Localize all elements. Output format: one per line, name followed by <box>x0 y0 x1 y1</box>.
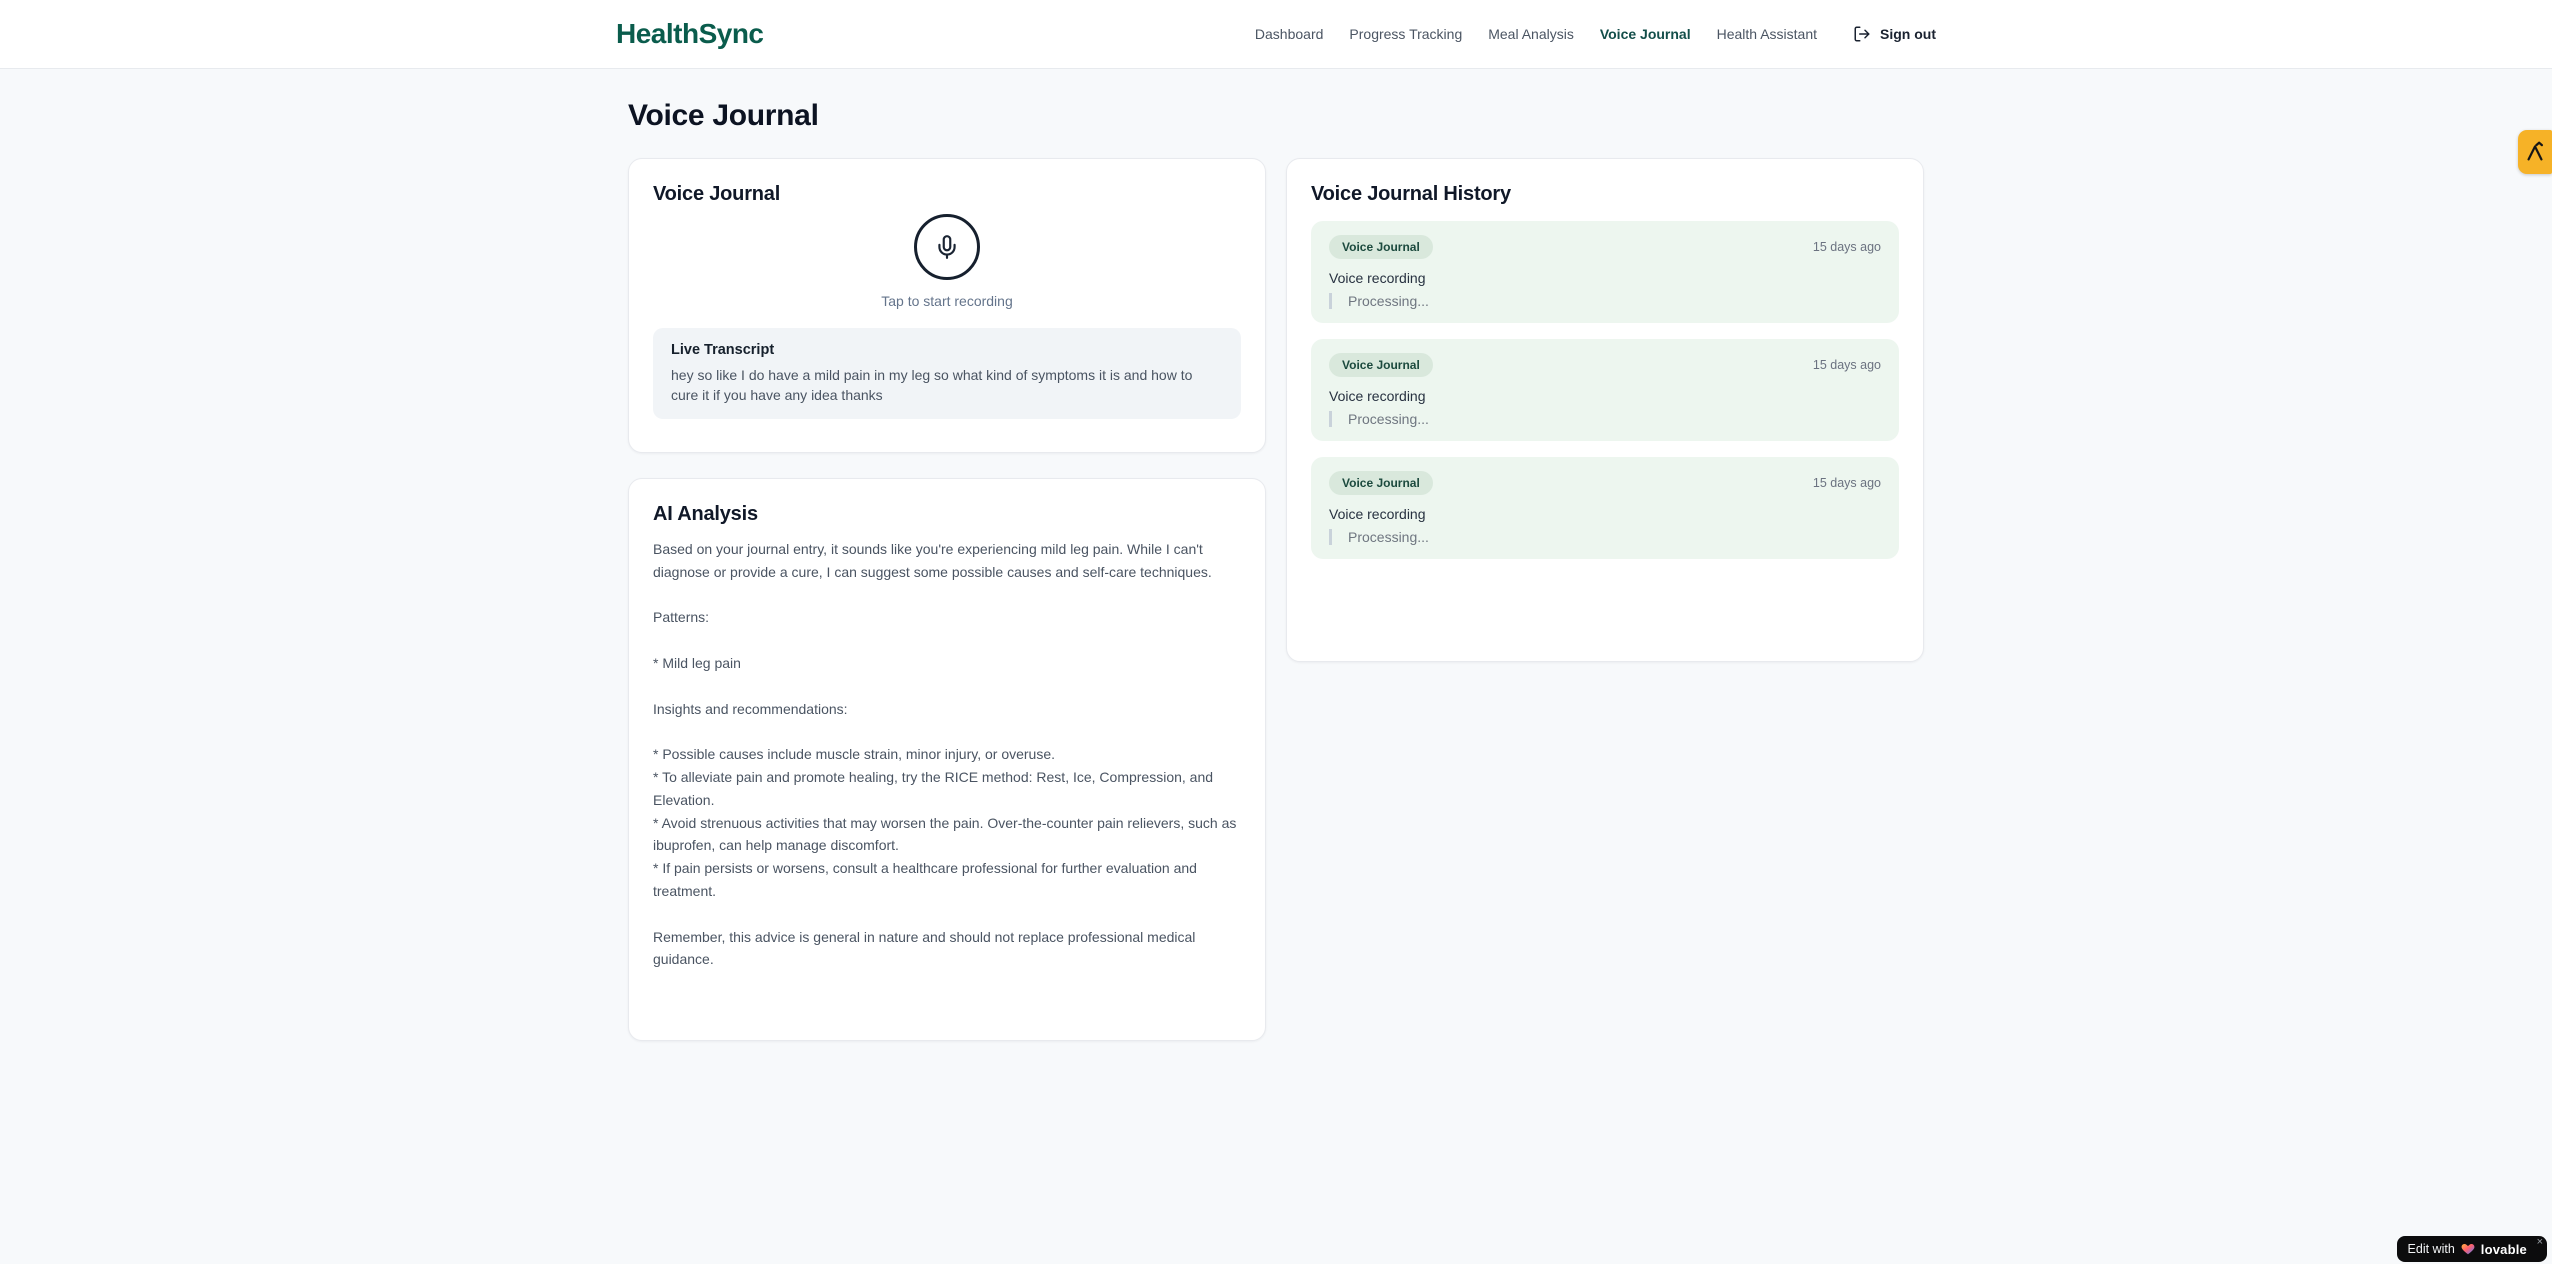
ai-analysis-card: AI Analysis Based on your journal entry,… <box>628 478 1266 1041</box>
entry-type-badge: Voice Journal <box>1329 353 1433 377</box>
live-transcript-box: Live Transcript hey so like I do have a … <box>653 328 1241 419</box>
lovable-brand-label: lovable <box>2480 1241 2527 1257</box>
entry-status: Processing... <box>1329 293 1881 309</box>
sign-out-label: Sign out <box>1880 26 1936 42</box>
entry-timestamp: 15 days ago <box>1812 476 1881 490</box>
history-entry[interactable]: Voice Journal 15 days ago Voice recordin… <box>1311 339 1899 441</box>
edit-with-label: Edit with <box>2407 1242 2455 1256</box>
entry-timestamp: 15 days ago <box>1812 240 1881 254</box>
heart-icon <box>2461 1244 2475 1255</box>
ai-analysis-text: Based on your journal entry, it sounds l… <box>653 541 1237 968</box>
extension-logo-icon <box>2527 141 2543 161</box>
recorder-card-title: Voice Journal <box>653 183 781 205</box>
nav-item-voice-journal[interactable]: Voice Journal <box>1600 26 1691 42</box>
entry-timestamp: 15 days ago <box>1812 358 1881 372</box>
history-entry[interactable]: Voice Journal 15 days ago Voice recordin… <box>1311 221 1899 323</box>
history-title: Voice Journal History <box>1311 183 1511 205</box>
page-title: Voice Journal <box>628 99 819 132</box>
entry-status: Processing... <box>1329 411 1881 427</box>
lovable-badge[interactable]: Edit with lovable × <box>2396 1236 2547 1262</box>
nav-item-meal-analysis[interactable]: Meal Analysis <box>1488 26 1574 42</box>
microphone-icon <box>938 235 956 259</box>
voice-recorder-card: Voice Journal Tap to start recording Liv… <box>628 158 1266 453</box>
extension-side-tab[interactable] <box>2518 130 2552 174</box>
entry-type-badge: Voice Journal <box>1329 471 1433 495</box>
sign-out-button[interactable]: Sign out <box>1853 25 1936 43</box>
entry-description: Voice recording <box>1329 270 1426 286</box>
entry-description: Voice recording <box>1329 388 1426 404</box>
nav-item-health-assistant[interactable]: Health Assistant <box>1717 26 1817 42</box>
nav-item-dashboard[interactable]: Dashboard <box>1255 26 1324 42</box>
main-content: Voice Journal Voice Journal Tap to start… <box>608 69 1944 1041</box>
entry-description: Voice recording <box>1329 506 1426 522</box>
history-entry[interactable]: Voice Journal 15 days ago Voice recordin… <box>1311 457 1899 559</box>
sign-out-icon <box>1854 26 1870 42</box>
main-nav: Dashboard Progress Tracking Meal Analysi… <box>1255 25 1936 43</box>
header: HealthSync Dashboard Progress Tracking M… <box>0 0 2552 69</box>
record-button[interactable] <box>914 214 980 280</box>
nav-item-progress-tracking[interactable]: Progress Tracking <box>1349 26 1462 42</box>
live-transcript-text: hey so like I do have a mild pain in my … <box>671 367 1193 403</box>
tap-to-record-hint: Tap to start recording <box>881 293 1013 309</box>
history-list: Voice Journal 15 days ago Voice recordin… <box>1311 221 1899 559</box>
ai-analysis-title: AI Analysis <box>653 503 758 525</box>
entry-status: Processing... <box>1329 529 1881 545</box>
entry-type-badge: Voice Journal <box>1329 235 1433 259</box>
live-transcript-label: Live Transcript <box>671 342 775 358</box>
badge-close-icon[interactable]: × <box>2537 1237 2543 1248</box>
voice-journal-history-card: Voice Journal History Voice Journal 15 d… <box>1286 158 1924 662</box>
app-logo[interactable]: HealthSync <box>616 18 764 50</box>
